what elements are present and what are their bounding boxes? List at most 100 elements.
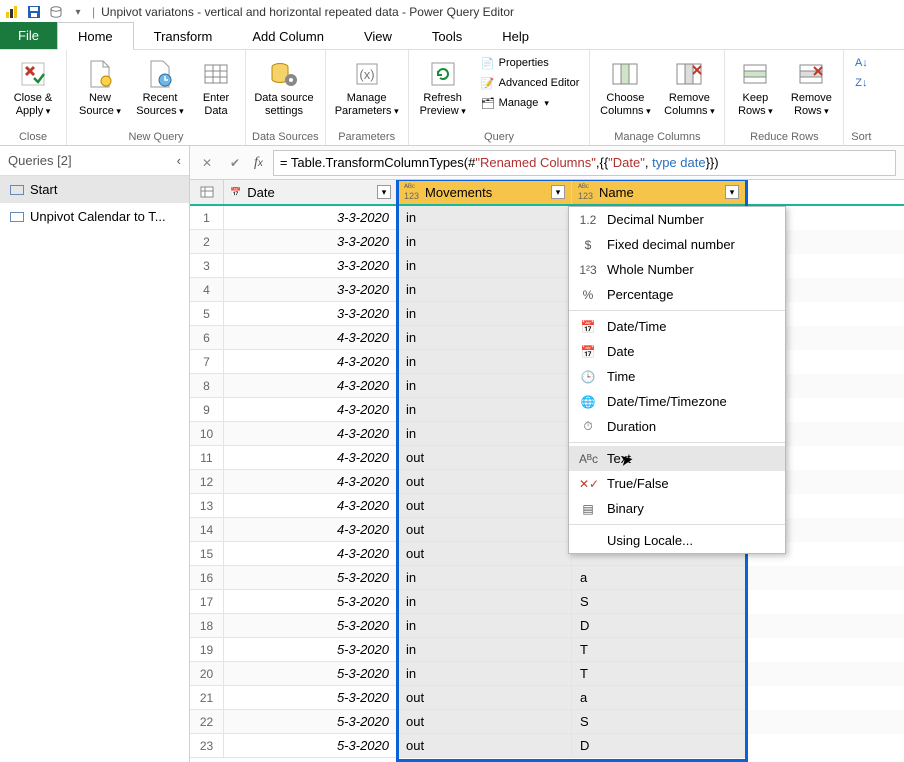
cell-date[interactable]: 4-3-2020 [224, 350, 398, 374]
table-row[interactable]: 225-3-2020outS [190, 710, 904, 734]
sort-asc-button[interactable]: A↓ [850, 54, 872, 72]
type-fixed-decimal[interactable]: $Fixed decimal number [569, 232, 785, 257]
table-row[interactable]: 23-3-2020in [190, 230, 904, 254]
cell-date[interactable]: 4-3-2020 [224, 518, 398, 542]
row-number[interactable]: 18 [190, 614, 224, 638]
type-datetime[interactable]: 📅Date/Time [569, 314, 785, 339]
row-number[interactable]: 2 [190, 230, 224, 254]
table-row[interactable]: 134-3-2020out [190, 494, 904, 518]
tab-transform[interactable]: Transform [134, 23, 233, 49]
sort-desc-button[interactable]: Z↓ [850, 74, 872, 92]
cell-name[interactable]: T [572, 638, 746, 662]
cell-date[interactable]: 5-3-2020 [224, 614, 398, 638]
table-row[interactable]: 13-3-2020in [190, 206, 904, 230]
cell-movements[interactable]: in [398, 422, 572, 446]
cell-name[interactable]: D [572, 734, 746, 758]
data-grid[interactable]: 📅 Date ▾ ᴬᴮᶜ123 Movements ▾ ᴬᴮᶜ123 Name … [190, 180, 904, 762]
table-row[interactable]: 195-3-2020inT [190, 638, 904, 662]
qat-more-icon[interactable]: ▾ [70, 4, 86, 20]
table-row[interactable]: 154-3-2020out [190, 542, 904, 566]
query-item[interactable]: Start [0, 176, 189, 203]
column-header-date[interactable]: 📅 Date ▾ [224, 180, 398, 204]
tab-view[interactable]: View [344, 23, 412, 49]
type-text[interactable]: AᴮcText [569, 446, 785, 471]
row-number[interactable]: 11 [190, 446, 224, 470]
row-number[interactable]: 10 [190, 422, 224, 446]
row-number[interactable]: 15 [190, 542, 224, 566]
row-number[interactable]: 1 [190, 206, 224, 230]
data-source-settings-button[interactable]: Data source settings [252, 54, 316, 121]
cell-movements[interactable]: in [398, 350, 572, 374]
row-number[interactable]: 17 [190, 590, 224, 614]
row-number[interactable]: 12 [190, 470, 224, 494]
properties-button[interactable]: 📄Properties [477, 54, 584, 72]
cell-date[interactable]: 4-3-2020 [224, 446, 398, 470]
row-number[interactable]: 14 [190, 518, 224, 542]
type-truefalse[interactable]: ✕✓True/False [569, 471, 785, 496]
cell-movements[interactable]: in [398, 566, 572, 590]
row-number[interactable]: 21 [190, 686, 224, 710]
cell-movements[interactable]: in [398, 326, 572, 350]
table-row[interactable]: 84-3-2020in [190, 374, 904, 398]
type-whole-number[interactable]: 1²3Whole Number [569, 257, 785, 282]
recent-sources-button[interactable]: Recent Sources [133, 54, 187, 121]
cell-movements[interactable]: in [398, 206, 572, 230]
row-number[interactable]: 19 [190, 638, 224, 662]
row-number[interactable]: 5 [190, 302, 224, 326]
remove-columns-button[interactable]: Remove Columns [660, 54, 718, 121]
cell-movements[interactable]: in [398, 374, 572, 398]
cell-movements[interactable]: in [398, 230, 572, 254]
row-number[interactable]: 7 [190, 350, 224, 374]
cell-date[interactable]: 4-3-2020 [224, 374, 398, 398]
keep-rows-button[interactable]: Keep Rows [731, 54, 779, 121]
row-number[interactable]: 16 [190, 566, 224, 590]
cell-movements[interactable]: in [398, 278, 572, 302]
cell-date[interactable]: 5-3-2020 [224, 710, 398, 734]
table-row[interactable]: 74-3-2020in [190, 350, 904, 374]
cell-date[interactable]: 5-3-2020 [224, 566, 398, 590]
cell-movements[interactable]: out [398, 542, 572, 566]
cell-date[interactable]: 5-3-2020 [224, 590, 398, 614]
cell-date[interactable]: 4-3-2020 [224, 470, 398, 494]
cell-date[interactable]: 3-3-2020 [224, 230, 398, 254]
row-number[interactable]: 8 [190, 374, 224, 398]
grid-corner[interactable] [190, 180, 224, 204]
cell-name[interactable]: D [572, 614, 746, 638]
tab-home[interactable]: Home [57, 22, 134, 50]
cell-name[interactable]: S [572, 590, 746, 614]
cancel-formula-icon[interactable]: ✕ [198, 154, 216, 172]
collapse-pane-icon[interactable]: ‹ [177, 153, 181, 168]
table-row[interactable]: 185-3-2020inD [190, 614, 904, 638]
cell-date[interactable]: 3-3-2020 [224, 278, 398, 302]
column-header-movements[interactable]: ᴬᴮᶜ123 Movements ▾ [398, 180, 572, 204]
fx-icon[interactable]: fx [254, 155, 263, 171]
save-icon[interactable] [26, 4, 42, 20]
table-row[interactable]: 104-3-2020in [190, 422, 904, 446]
close-apply-button[interactable]: Close & Apply [6, 54, 60, 121]
manage-button[interactable]: 🗂Manage▾ [477, 94, 584, 112]
table-row[interactable]: 64-3-2020in [190, 326, 904, 350]
cell-date[interactable]: 4-3-2020 [224, 542, 398, 566]
table-row[interactable]: 165-3-2020ina [190, 566, 904, 590]
query-item[interactable]: Unpivot Calendar to T... [0, 203, 189, 230]
cell-name[interactable]: a [572, 566, 746, 590]
cell-date[interactable]: 5-3-2020 [224, 662, 398, 686]
cell-movements[interactable]: out [398, 734, 572, 758]
cell-movements[interactable]: out [398, 686, 572, 710]
cell-date[interactable]: 5-3-2020 [224, 638, 398, 662]
table-row[interactable]: 114-3-2020out [190, 446, 904, 470]
row-number[interactable]: 22 [190, 710, 224, 734]
formula-input[interactable]: = Table.TransformColumnTypes(#"Renamed C… [273, 150, 896, 176]
cell-date[interactable]: 4-3-2020 [224, 398, 398, 422]
cell-name[interactable]: T [572, 662, 746, 686]
table-row[interactable]: 43-3-2020in [190, 278, 904, 302]
column-header-name[interactable]: ᴬᴮᶜ123 Name ▾ [572, 180, 746, 204]
tab-file[interactable]: File [0, 22, 57, 49]
row-number[interactable]: 3 [190, 254, 224, 278]
cell-date[interactable]: 4-3-2020 [224, 326, 398, 350]
table-row[interactable]: 205-3-2020inT [190, 662, 904, 686]
row-number[interactable]: 4 [190, 278, 224, 302]
row-number[interactable]: 9 [190, 398, 224, 422]
type-time[interactable]: 🕒Time [569, 364, 785, 389]
cell-movements[interactable]: in [398, 254, 572, 278]
